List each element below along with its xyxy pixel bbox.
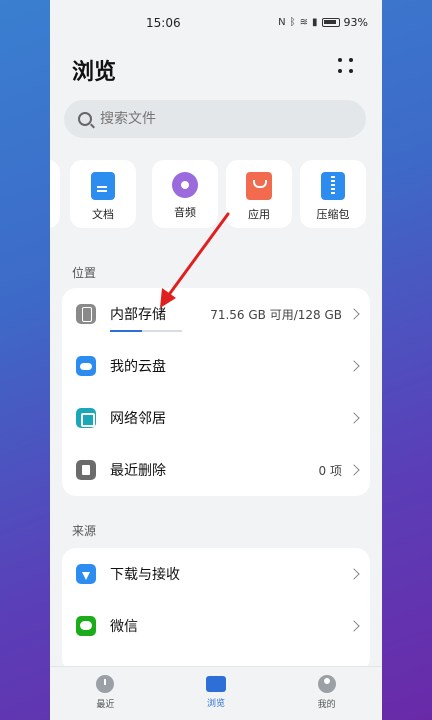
storage-usage-bar: [110, 330, 182, 332]
category-zip[interactable]: 压缩包: [300, 160, 366, 228]
chevron-right-icon: [348, 620, 360, 632]
nav-label: 最近: [96, 700, 115, 710]
row-label: 网络邻居: [110, 411, 166, 427]
category-label: 音频: [174, 206, 196, 219]
nav-browse[interactable]: 浏览: [161, 667, 272, 720]
wifi-icon: ≋: [299, 17, 309, 28]
chevron-right-icon: [348, 412, 360, 424]
row-internal-storage[interactable]: 内部存储 71.56 GB 可用/128 GB: [62, 288, 370, 340]
nav-label: 浏览: [207, 699, 226, 709]
app-bag-icon: [246, 172, 272, 200]
audio-icon: [172, 172, 198, 198]
category-app[interactable]: 应用: [226, 160, 292, 228]
clock-icon: [96, 675, 115, 693]
chevron-right-icon: [348, 308, 360, 320]
section-title-source: 来源: [72, 524, 97, 538]
row-downloads[interactable]: 下载与接收: [62, 548, 370, 600]
nfc-icon: N: [278, 17, 286, 28]
row-recently-deleted[interactable]: 最近删除 0 项: [62, 444, 370, 496]
section-title-location: 位置: [72, 266, 97, 280]
user-icon: [317, 675, 336, 693]
network-icon: [76, 408, 96, 428]
category-label: 应用: [248, 208, 270, 221]
nav-recent[interactable]: 最近: [50, 667, 161, 720]
phone-screen: 15:06 N ᛒ ≋ ▮ 93% 浏览 文档 音频 应用 压: [50, 0, 382, 720]
deleted-count: 0 项: [318, 463, 342, 478]
row-label: 下载与接收: [110, 567, 180, 583]
row-cloud-drive[interactable]: 我的云盘: [62, 340, 370, 392]
wechat-icon: [76, 616, 96, 636]
category-partial[interactable]: [50, 160, 60, 228]
status-time: 15:06: [146, 16, 181, 30]
category-document[interactable]: 文档: [70, 160, 136, 228]
nav-label: 我的: [317, 700, 336, 710]
nav-mine[interactable]: 我的: [271, 667, 382, 720]
row-label: 最近删除: [110, 463, 166, 479]
category-row: 文档 音频 应用 压缩包: [50, 160, 382, 228]
chevron-right-icon: [348, 360, 360, 372]
status-bar: 15:06 N ᛒ ≋ ▮ 93%: [50, 0, 382, 44]
battery-icon: [321, 18, 340, 27]
row-label: 我的云盘: [110, 359, 166, 375]
search-bar[interactable]: [64, 100, 366, 138]
search-input[interactable]: [100, 111, 300, 127]
phone-icon: [76, 304, 96, 324]
download-icon: [76, 564, 96, 584]
category-audio[interactable]: 音频: [152, 160, 218, 228]
source-card: 下载与接收 微信: [62, 548, 370, 672]
document-icon: [91, 172, 115, 200]
status-icons: N ᛒ ≋ ▮ 93%: [278, 16, 368, 29]
zip-icon: [321, 172, 345, 200]
row-network-neighbors[interactable]: 网络邻居: [62, 392, 370, 444]
storage-value: 71.56 GB 可用/128 GB: [210, 307, 342, 322]
row-label: 内部存储: [110, 307, 166, 323]
category-label: 文档: [92, 208, 114, 221]
signal-icon: ▮: [312, 17, 318, 28]
storage-usage-fill: [110, 330, 142, 332]
row-wechat[interactable]: 微信: [62, 600, 370, 652]
folder-icon: [206, 676, 226, 692]
search-icon: [78, 112, 92, 126]
more-menu-icon[interactable]: [338, 58, 354, 74]
trash-icon: [76, 460, 96, 480]
row-label: 微信: [110, 619, 138, 635]
cloud-icon: [76, 356, 96, 376]
page-title: 浏览: [72, 60, 117, 85]
battery-percent: 93%: [343, 16, 368, 29]
chevron-right-icon: [348, 464, 360, 476]
location-card: 内部存储 71.56 GB 可用/128 GB 我的云盘 网络邻居 最近删除 0…: [62, 288, 370, 496]
bottom-nav: 最近 浏览 我的: [50, 666, 382, 720]
bluetooth-icon: ᛒ: [289, 17, 296, 28]
chevron-right-icon: [348, 568, 360, 580]
category-label: 压缩包: [316, 208, 350, 221]
